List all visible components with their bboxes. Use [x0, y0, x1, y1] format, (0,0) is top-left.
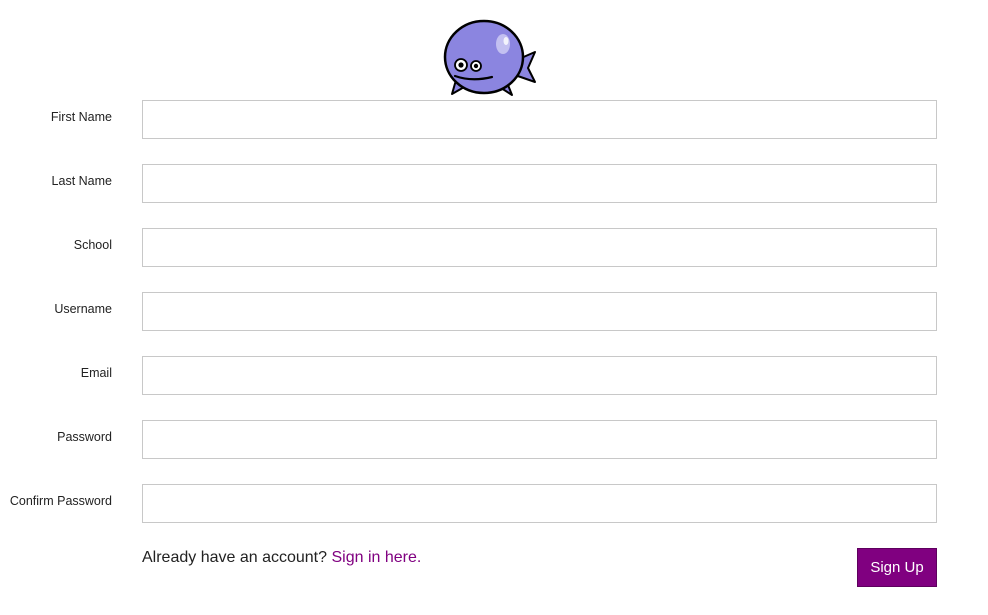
sign-up-button[interactable]: Sign Up — [857, 548, 937, 587]
password-row: Password — [0, 420, 988, 460]
username-row: Username — [0, 292, 988, 332]
signup-page: First Name Last Name School Username Ema… — [0, 0, 988, 615]
username-label: Username — [54, 302, 112, 316]
school-row: School — [0, 228, 988, 268]
confirm-password-field[interactable] — [142, 484, 937, 523]
password-label: Password — [57, 430, 112, 444]
email-label: Email — [80, 366, 112, 380]
signin-link[interactable]: Sign in here. — [331, 549, 421, 566]
email-field[interactable] — [142, 356, 937, 395]
confirm-password-row: Confirm Password — [0, 484, 988, 524]
last-name-row: Last Name — [0, 164, 988, 204]
first-name-field[interactable] — [142, 100, 937, 139]
school-label: School — [73, 238, 112, 252]
signin-prompt-line: Already have an account? Sign in here. — [142, 549, 421, 567]
last-name-label: Last Name — [51, 174, 112, 188]
purple-fish-mascot-icon — [443, 19, 536, 96]
confirm-password-label: Confirm Password — [9, 494, 112, 508]
first-name-row: First Name — [0, 100, 988, 140]
signin-prompt-text: Already have an account? — [142, 549, 328, 566]
first-name-label: First Name — [50, 110, 112, 124]
school-field[interactable] — [142, 228, 937, 267]
username-field[interactable] — [142, 292, 937, 331]
last-name-field[interactable] — [142, 164, 937, 203]
password-field[interactable] — [142, 420, 937, 459]
email-row: Email — [0, 356, 988, 396]
